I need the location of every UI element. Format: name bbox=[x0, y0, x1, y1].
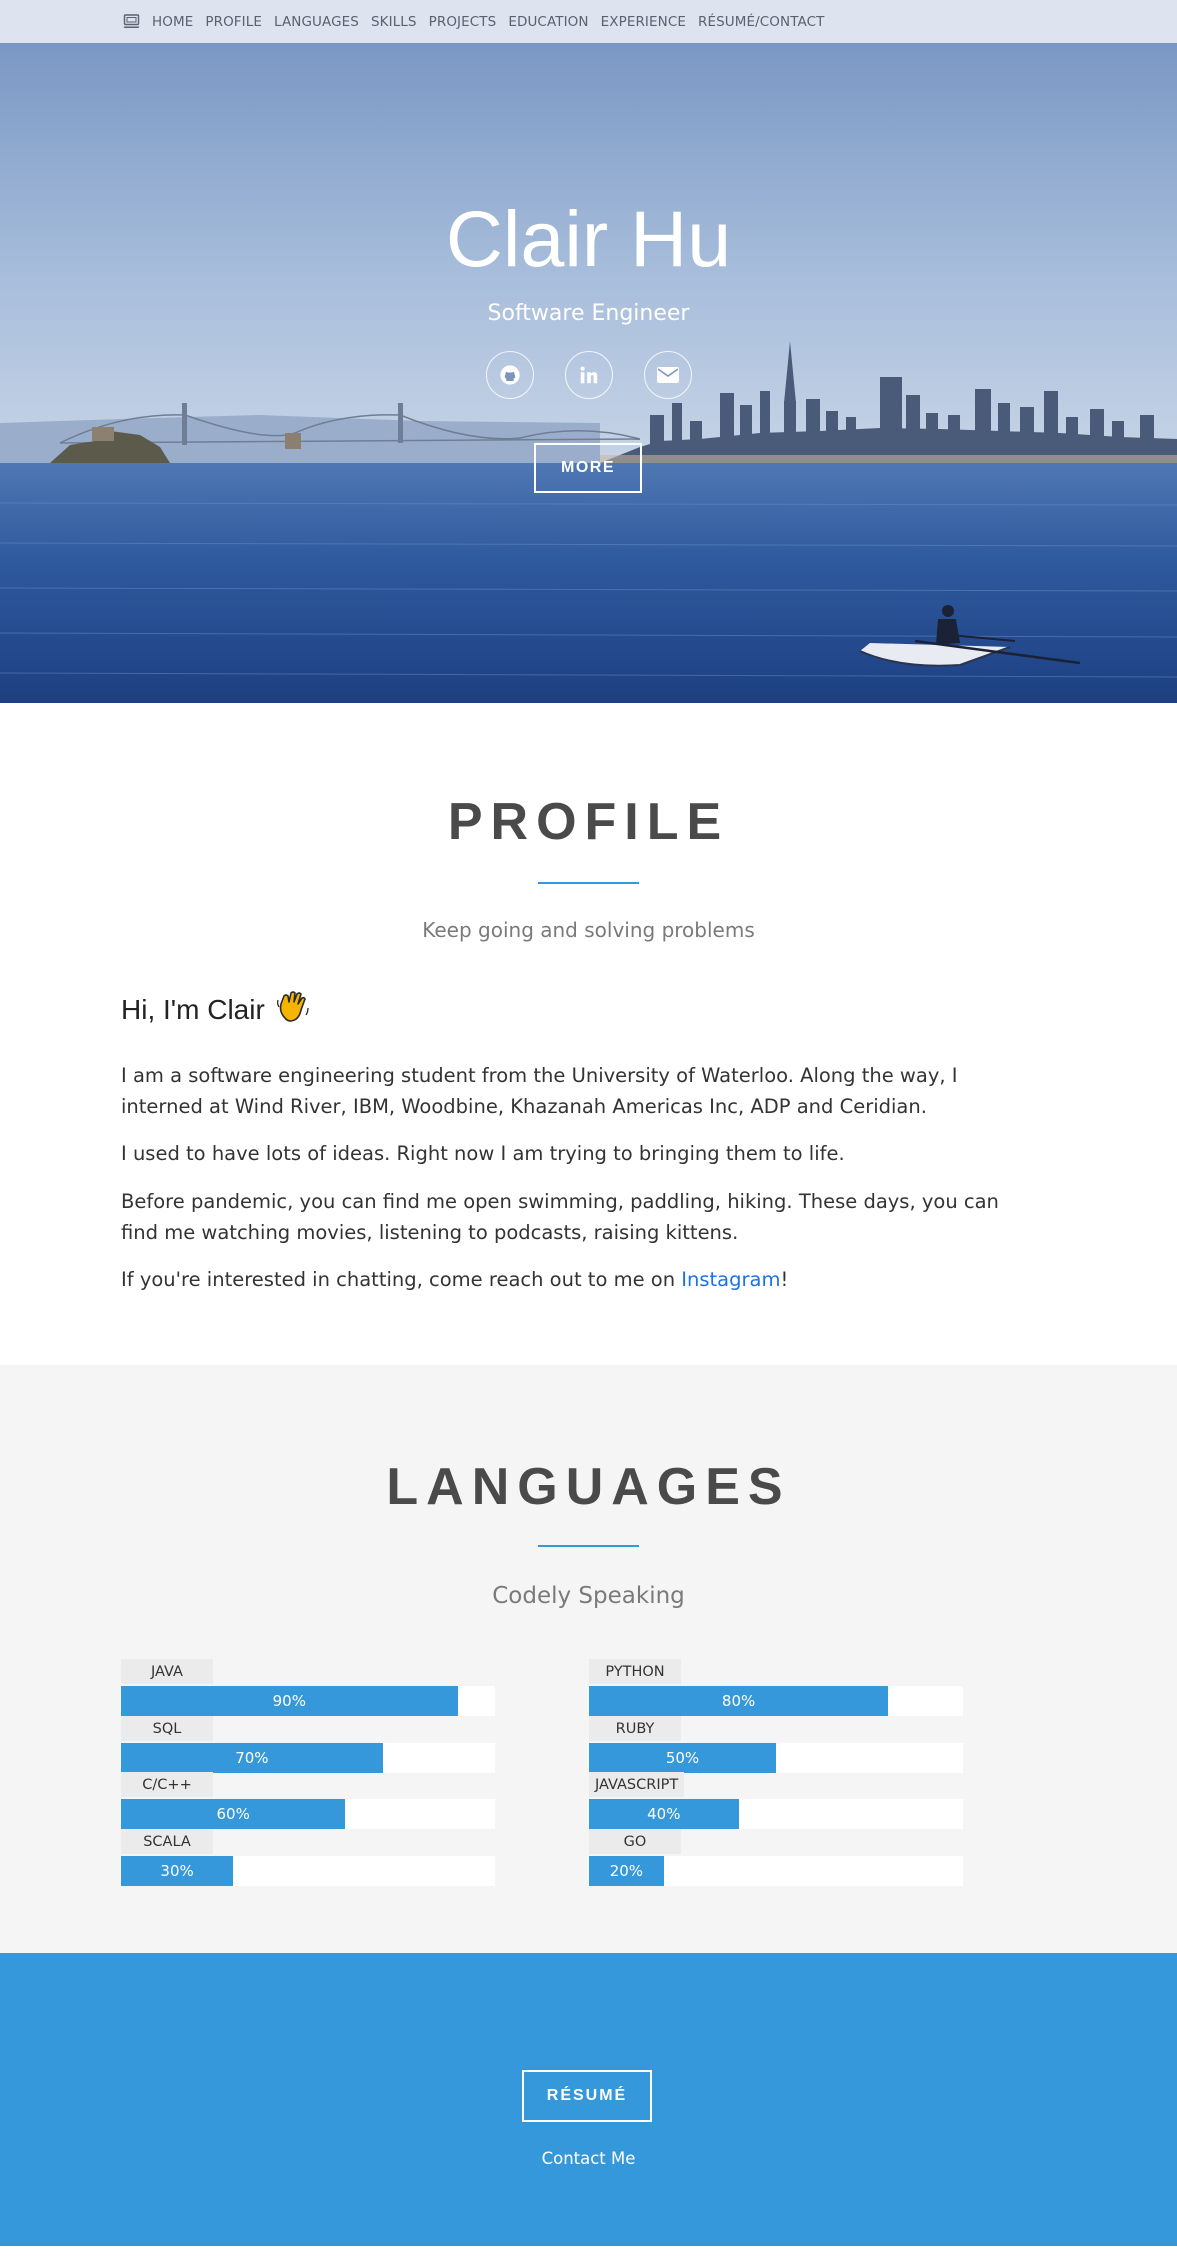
instagram-link[interactable]: Instagram bbox=[681, 1268, 780, 1291]
nav-projects[interactable]: PROJECTS bbox=[429, 14, 497, 30]
nav-profile[interactable]: PROFILE bbox=[205, 14, 262, 30]
profile-greeting-text: Hi, I'm Clair bbox=[121, 993, 265, 1025]
top-navbar: HOME PROFILE LANGUAGES SKILLS PROJECTS E… bbox=[0, 0, 1177, 44]
skill-track: 20% bbox=[589, 1856, 963, 1886]
resume-button[interactable]: RÉSUMÉ bbox=[522, 2070, 652, 2122]
profile-paragraph-1: I am a software engineering student from… bbox=[121, 1064, 958, 1118]
skill-label: PYTHON bbox=[589, 1659, 681, 1684]
nav-resume-contact[interactable]: RÉSUMÉ/CONTACT bbox=[698, 14, 825, 30]
profile-subtitle: Keep going and solving problems bbox=[422, 918, 755, 942]
hero-name: Clair Hu bbox=[445, 194, 732, 283]
skill-track: 90% bbox=[121, 1686, 495, 1716]
contact-footer: RÉSUMÉ Contact Me bbox=[0, 1953, 1177, 2246]
skill-label: JAVA bbox=[121, 1659, 213, 1684]
skill-bar: 70% bbox=[121, 1743, 383, 1773]
skill-label: SQL bbox=[121, 1716, 213, 1741]
languages-subtitle: Codely Speaking bbox=[492, 1583, 685, 1609]
waving-hand-icon bbox=[275, 988, 311, 1031]
languages-divider bbox=[538, 1545, 639, 1547]
profile-divider bbox=[538, 882, 639, 884]
github-icon[interactable] bbox=[485, 351, 534, 399]
skill-label: JAVASCRIPT bbox=[589, 1772, 685, 1797]
page: HOME PROFILE LANGUAGES SKILLS PROJECTS E… bbox=[0, 0, 1177, 2256]
profile-paragraph-4-prefix: If you're interested in chatting, come r… bbox=[121, 1268, 682, 1291]
skill-bar: 60% bbox=[121, 1799, 346, 1829]
profile-paragraph-3: Before pandemic, you can find me open sw… bbox=[121, 1190, 999, 1244]
linkedin-icon[interactable] bbox=[564, 351, 613, 399]
contact-me-link[interactable]: Contact Me bbox=[0, 2149, 1177, 2168]
skill-label: SCALA bbox=[121, 1829, 213, 1854]
skill-bar: 40% bbox=[589, 1799, 739, 1829]
skill-track: 70% bbox=[121, 1743, 495, 1773]
profile-title: PROFILE bbox=[447, 793, 730, 851]
skill-bar: 90% bbox=[121, 1686, 458, 1716]
skill-track: 60% bbox=[121, 1799, 495, 1829]
skill-track: 40% bbox=[589, 1799, 963, 1829]
hero-role: Software Engineer bbox=[487, 301, 690, 326]
skill-label: C/C++ bbox=[121, 1772, 213, 1797]
nav-languages[interactable]: LANGUAGES bbox=[274, 14, 359, 30]
languages-section: LANGUAGES Codely Speaking JAVA 90% SQL 7… bbox=[0, 1365, 1177, 1953]
hero-section: Clair Hu Software Engineer MORE bbox=[0, 43, 1177, 703]
nav-items: HOME PROFILE LANGUAGES SKILLS PROJECTS E… bbox=[122, 0, 825, 43]
nav-experience[interactable]: EXPERIENCE bbox=[601, 14, 686, 30]
nav-home[interactable]: HOME bbox=[152, 14, 193, 30]
profile-paragraph-2: I used to have lots of ideas. Right now … bbox=[121, 1142, 845, 1165]
profile-greeting: Hi, I'm Clair bbox=[121, 988, 311, 1031]
skill-bar: 80% bbox=[589, 1686, 889, 1716]
profile-paragraph-4-suffix: ! bbox=[780, 1268, 789, 1291]
profile-paragraph-4: If you're interested in chatting, come r… bbox=[121, 1264, 1041, 1295]
skill-bar: 50% bbox=[589, 1743, 776, 1773]
skill-label: GO bbox=[589, 1829, 681, 1854]
nav-education[interactable]: EDUCATION bbox=[508, 14, 588, 30]
skill-bar: 20% bbox=[589, 1856, 664, 1886]
skill-track: 50% bbox=[589, 1743, 963, 1773]
hero-social-links bbox=[0, 351, 1177, 399]
skill-label: RUBY bbox=[589, 1716, 681, 1741]
skill-track: 80% bbox=[589, 1686, 963, 1716]
laptop-icon[interactable] bbox=[122, 14, 140, 30]
more-button[interactable]: MORE bbox=[534, 443, 642, 493]
languages-title: LANGUAGES bbox=[386, 1458, 791, 1516]
nav-skills[interactable]: SKILLS bbox=[371, 14, 417, 30]
envelope-icon[interactable] bbox=[643, 351, 692, 399]
skill-track: 30% bbox=[121, 1856, 495, 1886]
skill-bar: 30% bbox=[121, 1856, 234, 1886]
